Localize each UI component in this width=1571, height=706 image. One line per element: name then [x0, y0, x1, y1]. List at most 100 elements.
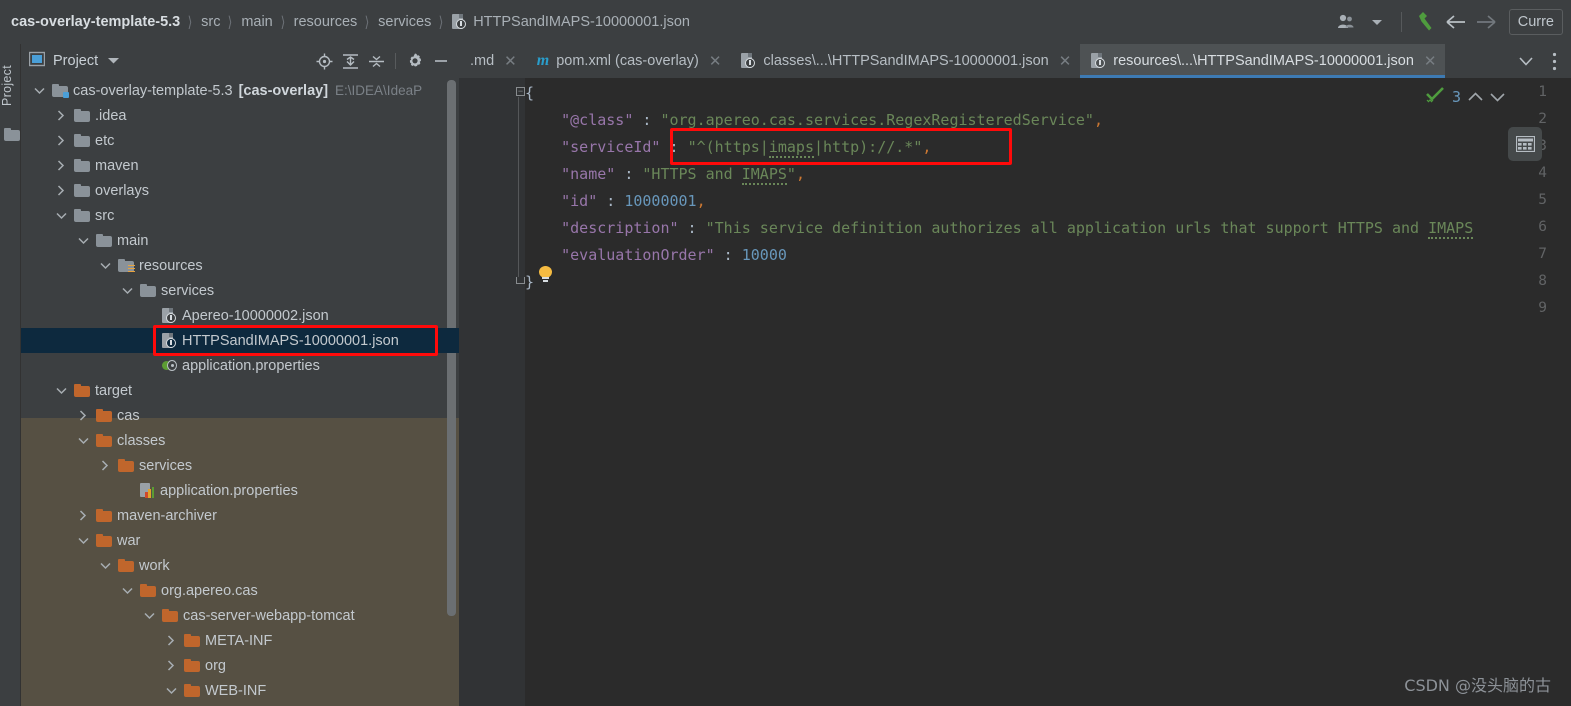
tree-row[interactable]: cas [21, 403, 459, 428]
close-icon[interactable]: ✕ [1424, 52, 1437, 70]
tree-row[interactable]: etc [21, 128, 459, 153]
chevron-down-icon[interactable] [75, 528, 91, 553]
chevron-down-icon[interactable] [1362, 7, 1392, 37]
chevron-down-icon[interactable] [1490, 90, 1505, 105]
arrow-right-icon[interactable] [1471, 7, 1501, 37]
editor-tab-md[interactable]: .md ✕ [459, 44, 526, 78]
project-tree: cas-overlay-template-5.3 [cas-overlay] E:\… [21, 78, 459, 706]
fold-collapse-icon[interactable]: − [516, 87, 525, 96]
user-avatar-icon[interactable] [1332, 7, 1362, 37]
tool-window-button-project[interactable]: Project [0, 50, 21, 120]
panel-toolbar-divider [395, 53, 396, 69]
collapse-all-icon[interactable] [364, 49, 388, 73]
tree-row-label: target [95, 382, 133, 399]
chevron-right-icon[interactable] [53, 153, 69, 178]
chevron-down-icon[interactable] [97, 253, 113, 278]
tree-row[interactable]: main [21, 228, 459, 253]
expand-all-icon[interactable] [338, 49, 362, 73]
chevron-right-icon[interactable] [163, 628, 179, 653]
tree-row[interactable]: maven-archiver [21, 503, 459, 528]
code-line[interactable]: "@class" : "org.apereo.cas.services.Rege… [525, 111, 1103, 129]
code-line[interactable]: "evaluationOrder" : 10000 [525, 246, 787, 264]
chevron-down-icon[interactable] [119, 278, 135, 303]
tree-row[interactable]: maven [21, 153, 459, 178]
code-line[interactable]: { [525, 84, 534, 102]
top-toolbar: cas-overlay-template-5.3 ⟩ src ⟩ main ⟩ … [0, 0, 1571, 44]
chevron-down-icon[interactable] [163, 678, 179, 703]
tree-row[interactable]: HTTPSandIMAPS-10000001.json [21, 328, 459, 353]
chevron-right-icon[interactable] [53, 178, 69, 203]
chevron-down-icon[interactable] [97, 553, 113, 578]
chevron-down-icon[interactable] [31, 78, 47, 103]
tree-row-label: work [139, 557, 170, 574]
fold-region-end-icon[interactable] [516, 277, 525, 284]
editor-tab-classes-json[interactable]: classes\...\HTTPSandIMAPS-10000001.json … [730, 44, 1080, 78]
chevron-down-icon[interactable] [119, 578, 135, 603]
chevron-right-icon[interactable] [97, 453, 113, 478]
tree-row[interactable]: META-INF [21, 628, 459, 653]
chevron-down-icon[interactable] [141, 603, 157, 628]
close-icon[interactable]: ✕ [1059, 52, 1072, 70]
chevron-down-icon[interactable] [53, 378, 69, 403]
chevron-right-icon[interactable] [75, 503, 91, 528]
tree-row[interactable]: services [21, 453, 459, 478]
chevron-up-icon[interactable] [1468, 90, 1483, 105]
tree-row[interactable]: WEB-INF [21, 678, 459, 703]
settings-gear-icon[interactable] [403, 49, 427, 73]
breadcrumb-item-main[interactable]: main [240, 14, 273, 30]
chevron-down-icon[interactable] [1513, 44, 1539, 78]
breadcrumb-item-src[interactable]: src [200, 14, 221, 30]
tree-row[interactable]: application.properties [21, 478, 459, 503]
inspection-status-widget[interactable]: 3 [1426, 86, 1505, 108]
editor-tab-resources-json[interactable]: resources\...\HTTPSandIMAPS-10000001.jso… [1080, 44, 1446, 78]
lightbulb-icon[interactable] [539, 266, 552, 282]
tree-row[interactable]: target [21, 378, 459, 403]
tree-row[interactable]: .idea [21, 103, 459, 128]
hammer-icon[interactable] [1411, 7, 1441, 37]
code-line[interactable]: } [525, 273, 534, 291]
chevron-down-icon[interactable] [75, 228, 91, 253]
run-configuration-selector[interactable]: Curre [1508, 9, 1563, 35]
tree-row[interactable]: org [21, 653, 459, 678]
tree-row[interactable]: services [21, 278, 459, 303]
table-grid-icon[interactable] [1508, 127, 1542, 161]
close-icon[interactable]: ✕ [504, 52, 517, 70]
chevron-down-icon[interactable] [53, 203, 69, 228]
breadcrumb-item-services[interactable]: services [377, 14, 432, 30]
tree-row[interactable]: resources [21, 253, 459, 278]
code-line[interactable]: "serviceId" : "^(https|imaps|http)://.*"… [525, 138, 931, 158]
editor-tab-pom-xml[interactable]: m pom.xml (cas-overlay) ✕ [526, 44, 731, 78]
tree-row[interactable]: src [21, 203, 459, 228]
line-number: 2 [1538, 111, 1547, 127]
chevron-right-icon[interactable] [163, 653, 179, 678]
tree-row[interactable]: application.properties [21, 353, 459, 378]
tree-row[interactable]: war [21, 528, 459, 553]
editor-gutter[interactable] [459, 78, 525, 706]
chevron-right-icon[interactable] [53, 128, 69, 153]
code-editor[interactable]: 1 2 3 4 5 6 7 8 9 − { "@class" : "org.ap… [459, 78, 1571, 706]
tree-row[interactable]: work [21, 553, 459, 578]
chevron-down-icon[interactable] [108, 56, 120, 67]
breadcrumb-item-file[interactable]: HTTPSandIMAPS-10000001.json [451, 14, 691, 30]
chevron-right-icon[interactable] [53, 103, 69, 128]
tree-row[interactable]: cas-overlay-template-5.3 [cas-overlay] E:\… [21, 78, 459, 103]
more-vertical-icon[interactable] [1541, 44, 1567, 78]
tree-row[interactable]: cas-server-webapp-tomcat [21, 603, 459, 628]
locate-icon[interactable] [312, 49, 336, 73]
tree-row-label: Apereo-10000002.json [182, 307, 329, 324]
breadcrumb-item-project[interactable]: cas-overlay-template-5.3 [10, 14, 181, 30]
tree-row[interactable]: classes [21, 428, 459, 453]
close-icon[interactable]: ✕ [709, 52, 722, 70]
tree-row-label: application.properties [182, 357, 320, 374]
minimize-icon[interactable] [429, 49, 453, 73]
code-line[interactable]: "id" : 10000001, [525, 192, 706, 210]
arrow-left-icon[interactable] [1441, 7, 1471, 37]
tree-row[interactable]: overlays [21, 178, 459, 203]
breadcrumb-item-resources[interactable]: resources [293, 14, 359, 30]
code-line[interactable]: "name" : "HTTPS and IMAPS", [525, 165, 805, 185]
tree-row[interactable]: org.apereo.cas [21, 578, 459, 603]
chevron-down-icon[interactable] [75, 428, 91, 453]
chevron-right-icon[interactable] [75, 403, 91, 428]
code-line[interactable]: "description" : "This service definition… [525, 219, 1474, 239]
tree-row[interactable]: Apereo-10000002.json [21, 303, 459, 328]
